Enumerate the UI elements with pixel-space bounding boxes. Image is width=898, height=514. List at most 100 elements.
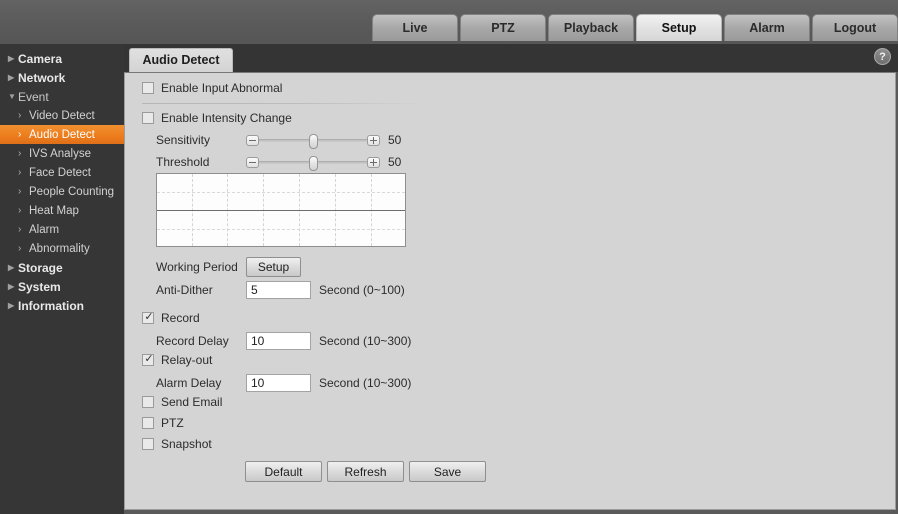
- working-period-setup-button[interactable]: Setup: [246, 257, 301, 277]
- sensitivity-label: Sensitivity: [156, 133, 211, 147]
- sensitivity-thumb[interactable]: [309, 133, 318, 149]
- sidebar-item-ivs-analyse[interactable]: › IVS Analyse: [0, 144, 124, 163]
- alarm-delay-input[interactable]: [246, 374, 311, 392]
- sidebar-item-face-detect[interactable]: › Face Detect: [0, 163, 124, 182]
- sidebar-item-video-detect[interactable]: › Video Detect: [0, 106, 124, 125]
- sidebar-group-storage[interactable]: ▶ Storage: [0, 258, 124, 277]
- record-checkbox[interactable]: [142, 310, 155, 324]
- chevron-right-icon: ›: [18, 148, 22, 159]
- sidebar-group-network[interactable]: ▶ Network: [0, 68, 124, 87]
- sidebar-group-system[interactable]: ▶ System: [0, 277, 124, 296]
- sidebar-item-label: Alarm: [29, 223, 60, 236]
- sensitivity-value: 50: [388, 133, 402, 147]
- sidebar-item-audio-detect[interactable]: › Audio Detect: [0, 125, 124, 144]
- audio-detect-panel: Enable Input Abnormal Enable Intensity C…: [124, 72, 896, 510]
- refresh-button[interactable]: Refresh: [327, 461, 404, 482]
- sidebar-item-label: Video Detect: [29, 109, 95, 122]
- caret-right-icon: ▶: [8, 72, 15, 82]
- chevron-right-icon: ›: [18, 167, 22, 178]
- enable-intensity-change-row[interactable]: Enable Intensity Change: [142, 111, 292, 125]
- sidebar-item-label: Face Detect: [29, 166, 91, 179]
- threshold-value: 50: [388, 155, 402, 169]
- save-button[interactable]: Save: [409, 461, 486, 482]
- sidebar-group-label: Network: [18, 70, 66, 85]
- caret-right-icon: ▶: [8, 262, 15, 272]
- send-email-row[interactable]: Send Email: [142, 395, 222, 409]
- send-email-label: Send Email: [161, 395, 223, 409]
- sensitivity-slider[interactable]: [246, 133, 380, 149]
- chevron-right-icon: ›: [18, 110, 22, 121]
- sidebar-item-label: People Counting: [29, 185, 115, 198]
- snapshot-checkbox[interactable]: [142, 438, 154, 450]
- section-divider: [142, 103, 427, 104]
- threshold-minus-icon[interactable]: [246, 156, 259, 168]
- sidebar-item-label: IVS Analyse: [29, 147, 92, 160]
- sensitivity-track[interactable]: [259, 133, 367, 149]
- alarm-delay-unit: Second (10~300): [319, 376, 412, 390]
- record-delay-label: Record Delay: [156, 334, 229, 348]
- sidebar-group-information[interactable]: ▶ Information: [0, 296, 124, 315]
- default-button[interactable]: Default: [245, 461, 322, 482]
- enable-input-abnormal-checkbox[interactable]: [142, 82, 154, 94]
- relay-out-row[interactable]: Relay-out: [142, 352, 212, 367]
- help-icon[interactable]: ?: [874, 48, 891, 65]
- caret-down-icon: ▼: [8, 91, 16, 101]
- nav-tab-alarm[interactable]: Alarm: [724, 14, 810, 41]
- sidebar-item-heat-map[interactable]: › Heat Map: [0, 201, 124, 220]
- threshold-plus-icon[interactable]: [367, 156, 380, 168]
- working-period-row: Working Period Setup: [156, 257, 301, 277]
- sidebar-group-label: Storage: [18, 260, 63, 275]
- main-nav-tabs: Live PTZ Playback Setup Alarm Logout: [372, 14, 898, 41]
- alarm-delay-label: Alarm Delay: [156, 376, 222, 390]
- send-email-checkbox[interactable]: [142, 396, 154, 408]
- sidebar-group-event[interactable]: ▼ Event: [0, 87, 124, 106]
- ptz-checkbox[interactable]: [142, 417, 154, 429]
- record-label: Record: [161, 311, 200, 325]
- threshold-row: Threshold 50: [156, 155, 402, 171]
- sidebar-group-label: Camera: [18, 51, 63, 66]
- grid-hline: [157, 229, 405, 231]
- top-header: Live PTZ Playback Setup Alarm Logout: [0, 0, 898, 44]
- chevron-right-icon: ›: [18, 205, 22, 216]
- threshold-track[interactable]: [259, 155, 367, 171]
- threshold-thumb[interactable]: [309, 155, 318, 171]
- action-button-row: Default Refresh Save: [245, 461, 486, 482]
- ptz-row[interactable]: PTZ: [142, 416, 184, 430]
- sidebar-group-label: Event: [18, 89, 49, 104]
- sensitivity-minus-icon[interactable]: [246, 134, 259, 146]
- enable-intensity-change-checkbox[interactable]: [142, 112, 154, 124]
- anti-dither-row: Anti-Dither Second (0~100): [156, 281, 405, 299]
- tab-audio-detect[interactable]: Audio Detect: [129, 48, 233, 72]
- sidebar-item-alarm[interactable]: › Alarm: [0, 220, 124, 239]
- sensitivity-plus-icon[interactable]: [367, 134, 380, 146]
- nav-tab-setup[interactable]: Setup: [636, 14, 722, 41]
- sidebar-item-label: Audio Detect: [29, 128, 95, 141]
- threshold-slider[interactable]: [246, 155, 380, 171]
- sidebar-group-camera[interactable]: ▶ Camera: [0, 49, 124, 68]
- chevron-right-icon: ›: [18, 129, 22, 140]
- record-delay-unit: Second (10~300): [319, 334, 412, 348]
- sidebar-item-people-counting[interactable]: › People Counting: [0, 182, 124, 201]
- enable-input-abnormal-row[interactable]: Enable Input Abnormal: [142, 81, 282, 95]
- ptz-label: PTZ: [161, 416, 184, 430]
- anti-dither-label: Anti-Dither: [156, 283, 213, 297]
- chevron-right-icon: ›: [18, 186, 22, 197]
- sidebar-item-abnormality[interactable]: › Abnormality: [0, 239, 124, 258]
- sidebar-group-label: Information: [18, 298, 84, 313]
- audio-waveform-display: [156, 173, 406, 247]
- sidebar-item-label: Heat Map: [29, 204, 79, 217]
- enable-intensity-change-label: Enable Intensity Change: [161, 111, 292, 125]
- nav-tab-playback[interactable]: Playback: [548, 14, 634, 41]
- snapshot-label: Snapshot: [161, 437, 212, 451]
- record-row[interactable]: Record: [142, 310, 200, 325]
- nav-tab-logout[interactable]: Logout: [812, 14, 898, 41]
- enable-input-abnormal-label: Enable Input Abnormal: [161, 81, 283, 95]
- chevron-right-icon: ›: [18, 224, 22, 235]
- snapshot-row[interactable]: Snapshot: [142, 437, 212, 451]
- nav-tab-ptz[interactable]: PTZ: [460, 14, 546, 41]
- relay-out-checkbox[interactable]: [142, 352, 155, 366]
- nav-tab-live[interactable]: Live: [372, 14, 458, 41]
- record-delay-input[interactable]: [246, 332, 311, 350]
- caret-right-icon: ▶: [8, 53, 15, 63]
- anti-dither-input[interactable]: [246, 281, 311, 299]
